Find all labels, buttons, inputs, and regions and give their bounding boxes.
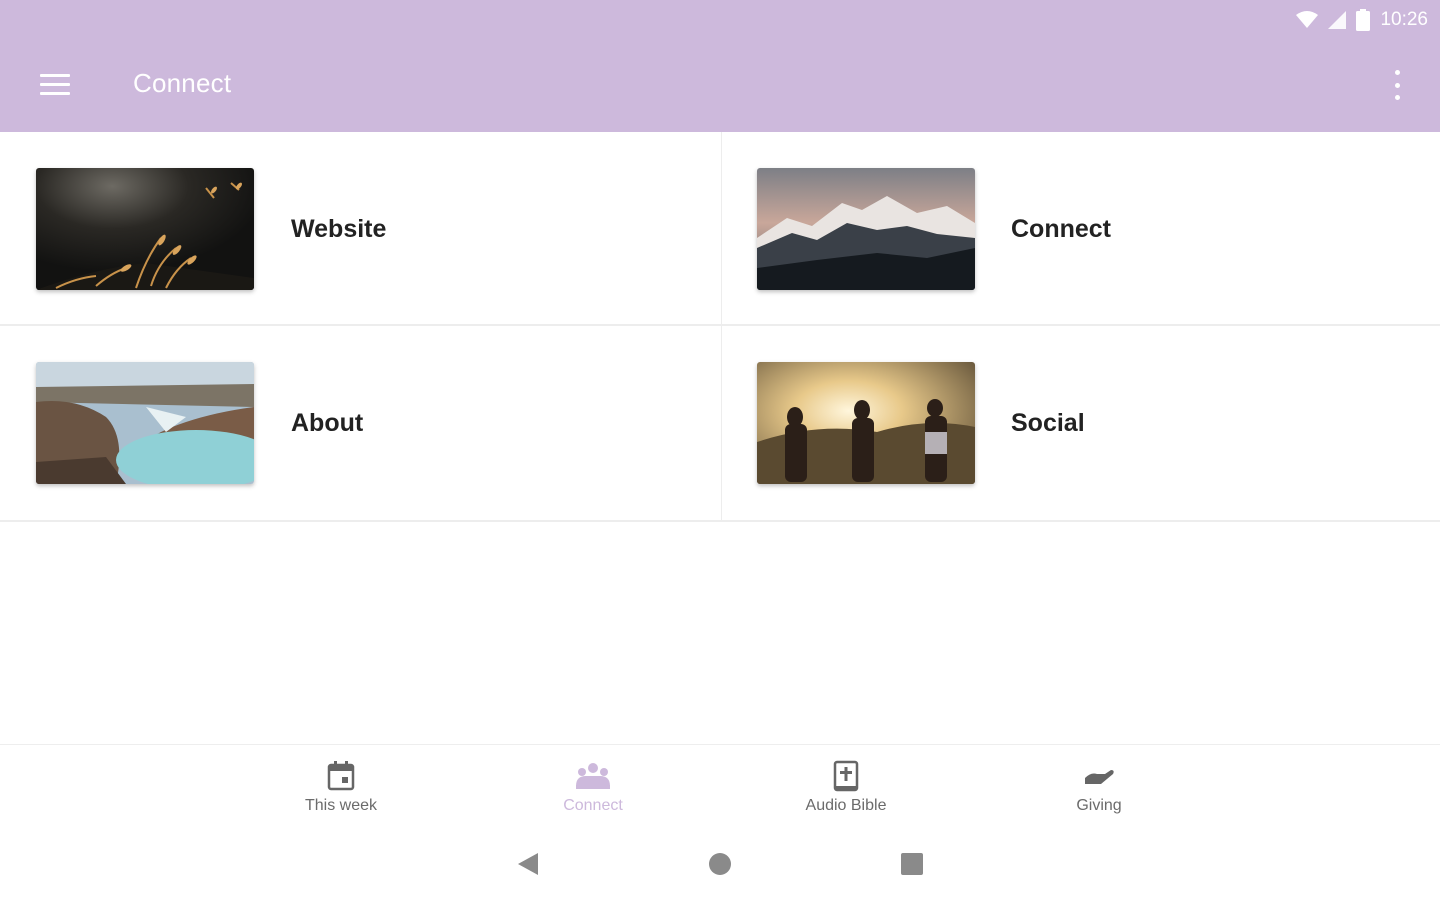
nav-this-week[interactable]: This week xyxy=(241,745,441,829)
tile-website[interactable]: Website xyxy=(0,132,722,326)
nav-connect[interactable]: Connect xyxy=(493,745,693,829)
home-icon[interactable] xyxy=(708,852,732,881)
app-bar: 10:26 Connect xyxy=(0,0,1440,132)
tile-about[interactable]: About xyxy=(0,326,722,522)
hand-giving-icon xyxy=(1083,759,1115,793)
people-sunset-photo xyxy=(757,362,975,484)
dark-grass-photo xyxy=(36,168,254,290)
back-icon[interactable] xyxy=(516,852,540,881)
snowy-mountains-photo xyxy=(757,168,975,290)
tile-label-about: About xyxy=(291,409,364,437)
tile-label-social: Social xyxy=(1011,409,1085,437)
nav-label-connect: Connect xyxy=(563,797,623,814)
toolbar: Connect xyxy=(0,40,1440,132)
wifi-icon xyxy=(1296,11,1319,29)
bible-icon xyxy=(833,759,859,793)
tile-label-connect: Connect xyxy=(1011,215,1111,243)
tile-social[interactable]: Social xyxy=(722,326,1440,522)
nav-label-this-week: This week xyxy=(304,797,378,814)
crater-lake-photo xyxy=(36,362,254,484)
tile-label-website: Website xyxy=(291,215,387,243)
nav-audio-bible[interactable]: Audio Bible xyxy=(746,745,946,829)
battery-icon xyxy=(1356,9,1371,31)
nav-label-giving: Giving xyxy=(1076,797,1122,814)
hamburger-menu-icon[interactable] xyxy=(40,74,70,96)
page-title: Connect xyxy=(133,68,232,98)
cell-signal-icon xyxy=(1328,11,1347,29)
recents-icon[interactable] xyxy=(900,852,924,881)
tile-grid: Website Connect About Social xyxy=(0,132,1440,522)
group-icon xyxy=(574,759,612,793)
status-time: 10:26 xyxy=(1380,9,1428,30)
bottom-navigation: This week Connect Audio Bible Giving xyxy=(0,744,1440,829)
system-navigation-bar xyxy=(0,830,1440,900)
more-vert-icon[interactable] xyxy=(1392,70,1402,100)
nav-giving[interactable]: Giving xyxy=(999,745,1199,829)
tile-connect[interactable]: Connect xyxy=(722,132,1440,326)
nav-label-audio-bible: Audio Bible xyxy=(805,797,887,814)
calendar-icon xyxy=(327,759,355,793)
status-bar: 10:26 xyxy=(1296,6,1428,34)
